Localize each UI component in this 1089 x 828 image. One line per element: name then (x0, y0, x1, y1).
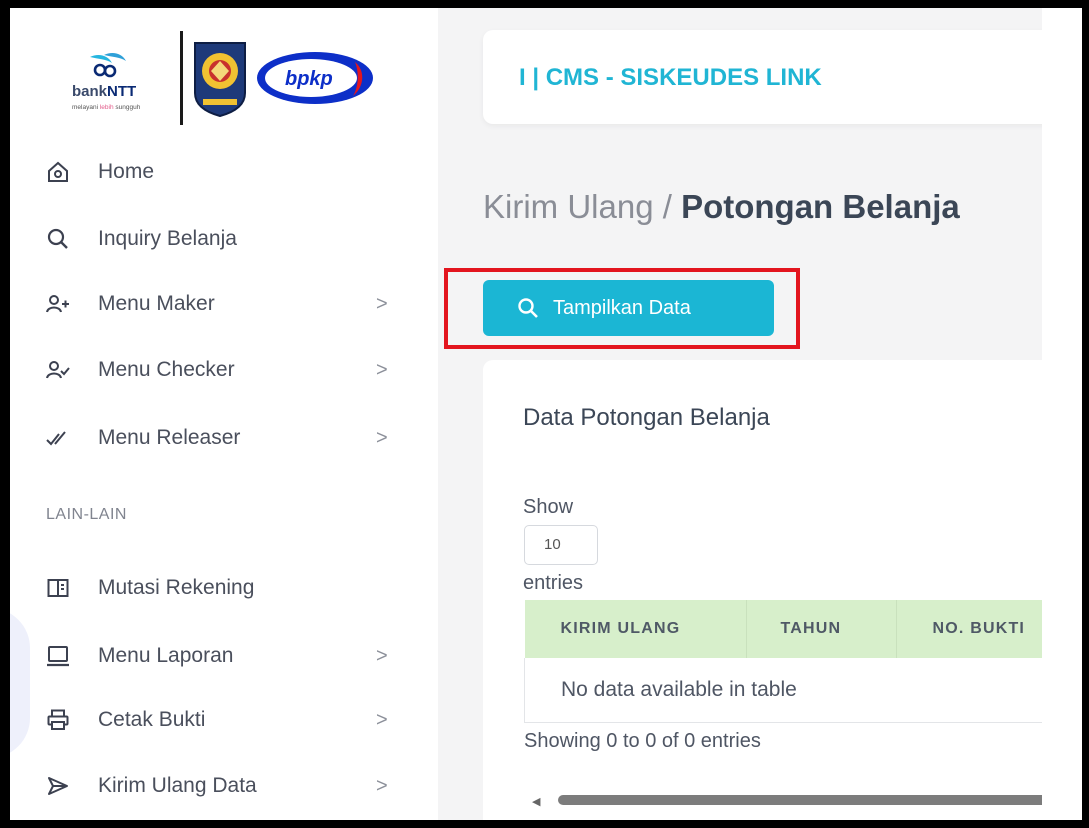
sidebar-decoration (10, 608, 30, 758)
entries-select[interactable]: 10 (524, 525, 598, 565)
table-header-row: KIRIM ULANG TAHUN NO. BUKTI (524, 600, 1082, 658)
sidebar-item-label: Kirim Ulang Data (98, 774, 257, 797)
sidebar-item-cetak-bukti[interactable]: Cetak Bukti > (46, 700, 406, 740)
sidebar-item-home[interactable]: Home (46, 152, 406, 192)
show-data-button[interactable]: Tampilkan Data (483, 280, 774, 336)
section-label-lain-lain: LAIN-LAIN (46, 506, 127, 523)
sidebar: bankNTT melayani lebih sungguh bpkp Home… (10, 8, 438, 820)
search-icon (46, 227, 70, 251)
chevron-right-icon: > (376, 292, 388, 315)
sidebar-item-menu-checker[interactable]: Menu Checker > (46, 350, 406, 390)
breadcrumb-separator: / (653, 188, 682, 225)
app-title: I | CMS - SISKEUDES LINK (519, 64, 822, 91)
sidebar-item-label: Cetak Bukti (98, 708, 206, 731)
book-icon (46, 576, 70, 600)
card-title: Data Potongan Belanja (523, 404, 770, 431)
sidebar-item-menu-maker[interactable]: Menu Maker > (46, 284, 406, 324)
logo-row: bankNTT melayani lebih sungguh bpkp (66, 30, 375, 126)
bankntt-bird-icon (90, 53, 126, 78)
home-icon (46, 160, 70, 184)
empty-table-message: No data available in table (524, 658, 1082, 723)
sidebar-item-label: Inquiry Belanja (98, 227, 237, 250)
double-check-icon (46, 426, 70, 450)
sidebar-item-kirim-ulang-data[interactable]: Kirim Ulang Data > (46, 766, 406, 806)
bank-tagline: melayani lebih sungguh (72, 104, 141, 111)
horizontal-scrollbar[interactable]: ◀ (524, 792, 1082, 808)
sidebar-item-label: Menu Laporan (98, 644, 234, 667)
bank-name: bankNTT (72, 83, 137, 100)
user-check-icon (46, 358, 70, 382)
top-header: I | CMS - SISKEUDES LINK (483, 30, 1082, 124)
breadcrumb: Kirim Ulang / Potongan Belanja (483, 188, 960, 226)
breadcrumb-parent[interactable]: Kirim Ulang (483, 188, 654, 225)
table-info: Showing 0 to 0 of 0 entries (524, 730, 761, 752)
sidebar-item-inquiry-belanja[interactable]: Inquiry Belanja (46, 219, 406, 259)
laptop-icon (46, 644, 70, 668)
chevron-right-icon: > (376, 644, 388, 667)
data-table: KIRIM ULANG TAHUN NO. BUKTI No data avai… (524, 600, 1082, 723)
entries-label: entries (523, 572, 584, 594)
column-header-tahun[interactable]: TAHUN (746, 600, 897, 658)
send-icon (46, 774, 70, 798)
chevron-right-icon: > (376, 426, 388, 449)
sidebar-item-label: Menu Maker (98, 292, 215, 315)
show-label: Show (523, 496, 574, 518)
sidebar-item-label: Menu Releaser (98, 426, 241, 449)
user-add-icon (46, 292, 70, 316)
bankntt-logo: bankNTT melayani lebih sungguh (66, 35, 176, 121)
sidebar-item-label: Home (98, 160, 155, 183)
scroll-left-arrow-icon[interactable]: ◀ (532, 795, 540, 808)
app-window: bankNTT melayani lebih sungguh bpkp Home… (10, 8, 1082, 820)
table-row: No data available in table (524, 658, 1082, 723)
data-card: Data Potongan Belanja Show 10 entries KI… (483, 360, 1082, 820)
sidebar-item-label: Mutasi Rekening (98, 576, 255, 599)
breadcrumb-current: Potongan Belanja (681, 188, 960, 225)
bpkp-logo-icon: bpkp (257, 52, 373, 104)
printer-icon (46, 708, 70, 732)
viewport-edge (1042, 8, 1082, 820)
chevron-right-icon: > (376, 708, 388, 731)
kemendagri-emblem-icon (194, 42, 246, 117)
scrollbar-thumb[interactable] (558, 795, 1082, 805)
sidebar-item-label: Menu Checker (98, 358, 235, 381)
sidebar-item-mutasi-rekening[interactable]: Mutasi Rekening (46, 568, 406, 608)
column-header-kirim-ulang[interactable]: KIRIM ULANG (524, 600, 747, 658)
chevron-right-icon: > (376, 358, 388, 381)
sidebar-item-menu-releaser[interactable]: Menu Releaser > (46, 418, 406, 458)
bpkp-logo-text: bpkp (285, 68, 333, 90)
sidebar-item-menu-laporan[interactable]: Menu Laporan > (46, 636, 406, 676)
show-data-label: Tampilkan Data (553, 296, 691, 319)
search-icon (517, 297, 539, 319)
logo-divider (180, 31, 183, 125)
chevron-right-icon: > (376, 774, 388, 797)
